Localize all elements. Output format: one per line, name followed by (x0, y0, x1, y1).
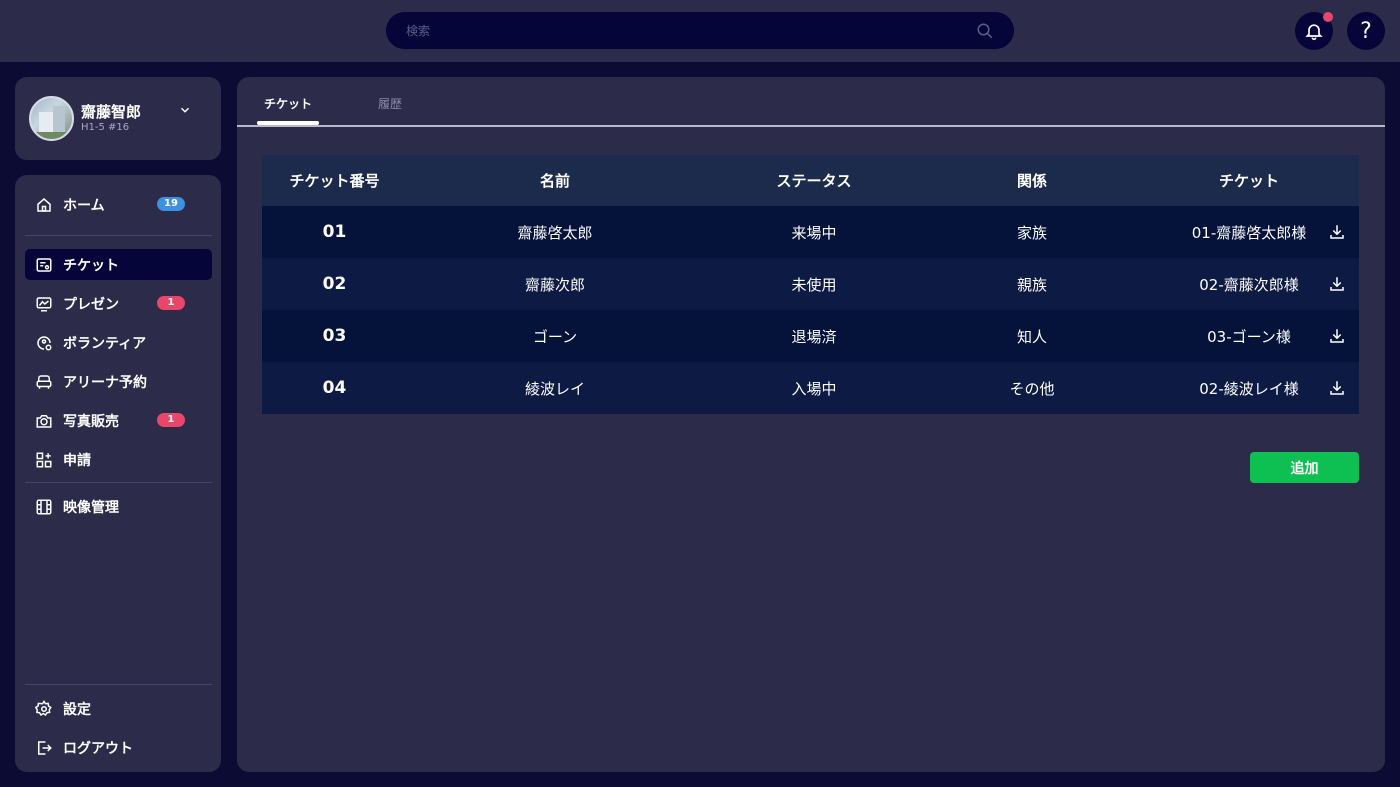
cell-ticket: 02-綾波レイ様 (1199, 379, 1299, 398)
cell-status: 未使用 (791, 275, 837, 294)
tab-ticket[interactable]: チケット (257, 95, 319, 125)
table-row[interactable]: 04 綾波レイ 入場中 その他 02-綾波レイ様 (262, 362, 1359, 414)
sidebar-item-label: 設定 (63, 701, 91, 718)
logout-icon (38, 740, 52, 755)
ticket-icon (36, 257, 52, 272)
profile-name: 齋藤智郎 (81, 103, 142, 121)
help-button[interactable]: ? (1347, 12, 1385, 50)
cell-name: 齋藤啓太郎 (517, 223, 593, 242)
sidebar-item-application[interactable]: 申請 (25, 444, 212, 475)
table-row[interactable]: 02 齋藤次郎 未使用 親族 02-齋藤次郎様 (262, 258, 1359, 310)
cell-status: 退場済 (791, 327, 837, 346)
column-header-name: 名前 (539, 172, 570, 190)
cell-status: 来場中 (791, 223, 837, 242)
sidebar-item-photo-sales[interactable]: 写真販売 1 (25, 405, 212, 436)
nav-divider (25, 235, 212, 236)
nav-divider (25, 684, 212, 685)
tabs-underline (237, 125, 1385, 127)
main-panel: チケット 履歴 チケット番号 名前 ステータス 関係 チケット 01 齋藤啓太郎… (237, 77, 1385, 772)
cell-ticket-number: 04 (322, 378, 347, 398)
table-header: チケット番号 名前 ステータス 関係 チケット (262, 155, 1359, 206)
sidebar-item-label: 申請 (63, 452, 91, 469)
home-icon (37, 197, 51, 212)
cell-ticket-number: 03 (322, 326, 347, 346)
cell-ticket: 01-齋藤啓太郎様 (1191, 223, 1307, 242)
sidebar-item-presentation[interactable]: プレゼン 1 (25, 288, 212, 319)
home-count-badge: 19 (157, 197, 185, 211)
cell-ticket-number: 01 (322, 222, 347, 242)
cell-ticket: 02-齋藤次郎様 (1199, 275, 1299, 294)
download-icon[interactable] (1328, 275, 1346, 293)
column-header-relation: 関係 (1016, 172, 1047, 190)
search-bar[interactable] (386, 12, 1014, 49)
notification-dot (1323, 12, 1333, 22)
sidebar-item-label: アリーナ予約 (63, 374, 147, 391)
cell-relation: その他 (1009, 379, 1055, 398)
chevron-down-icon[interactable] (178, 103, 192, 117)
sidebar-item-volunteer[interactable]: ボランティア (25, 327, 212, 358)
sidebar-item-label: ホーム (63, 197, 105, 214)
cell-name: ゴーン (532, 327, 578, 346)
download-icon[interactable] (1328, 379, 1346, 397)
sidebar-item-label: ボランティア (63, 335, 147, 352)
profile-sub: H1-5 #16 (81, 122, 130, 133)
column-header-ticket: チケット (1218, 172, 1279, 190)
sidebar-item-label: チケット (63, 257, 119, 274)
sidebar-item-arena-reservation[interactable]: アリーナ予約 (25, 366, 212, 397)
gear-icon (35, 699, 52, 716)
presentation-icon (36, 296, 52, 311)
nav-divider (25, 482, 212, 483)
top-bar: ? (0, 0, 1400, 62)
notifications-button[interactable] (1295, 12, 1333, 50)
download-icon[interactable] (1328, 327, 1346, 345)
sidebar-item-label: 写真販売 (63, 413, 119, 430)
sofa-icon (36, 374, 52, 389)
sidebar-nav: ホーム 19 チケット プレゼン 1 ボランティア アリーナ予約 写真販売 1 … (15, 175, 221, 772)
column-header-ticket-number: チケット番号 (289, 172, 380, 190)
ticket-table: チケット番号 名前 ステータス 関係 チケット 01 齋藤啓太郎 来場中 家族 … (262, 155, 1359, 414)
add-button[interactable]: 追加 (1250, 452, 1359, 483)
download-icon[interactable] (1328, 223, 1346, 241)
photo-sales-count-badge: 1 (157, 413, 185, 427)
search-input[interactable] (406, 23, 976, 38)
cell-relation: 家族 (1016, 223, 1047, 242)
cell-name: 齋藤次郎 (524, 275, 585, 294)
cell-ticket-number: 02 (322, 274, 347, 294)
sidebar-item-label: ログアウト (63, 740, 133, 757)
avatar (29, 96, 74, 141)
sidebar-item-ticket[interactable]: チケット (25, 249, 212, 280)
profile-card[interactable]: 齋藤智郎 H1-5 #16 (15, 77, 221, 160)
volunteer-icon (37, 335, 52, 350)
tab-history[interactable]: 履歴 (378, 95, 402, 125)
sidebar-item-label: プレゼン (63, 296, 119, 313)
film-icon (36, 499, 52, 514)
presentation-count-badge: 1 (157, 296, 185, 310)
cell-relation: 知人 (1016, 327, 1047, 346)
table-row[interactable]: 01 齋藤啓太郎 来場中 家族 01-齋藤啓太郎様 (262, 206, 1359, 258)
sidebar-item-label: 映像管理 (63, 499, 119, 516)
apps-add-icon (36, 452, 52, 467)
sidebar-item-video-management[interactable]: 映像管理 (25, 491, 212, 522)
table-row[interactable]: 03 ゴーン 退場済 知人 03-ゴーン様 (262, 310, 1359, 362)
search-icon[interactable] (976, 22, 994, 40)
cell-name: 綾波レイ (524, 379, 585, 398)
column-header-status: ステータス (776, 172, 852, 190)
sidebar-item-settings[interactable]: 設定 (25, 693, 212, 724)
cell-status: 入場中 (791, 379, 837, 398)
camera-icon (36, 414, 52, 428)
cell-ticket: 03-ゴーン様 (1207, 327, 1291, 346)
bell-icon (1305, 24, 1323, 41)
help-icon: ? (1360, 18, 1372, 44)
cell-relation: 親族 (1016, 275, 1047, 294)
sidebar-item-logout[interactable]: ログアウト (25, 732, 212, 763)
sidebar-item-home[interactable]: ホーム 19 (25, 189, 212, 220)
